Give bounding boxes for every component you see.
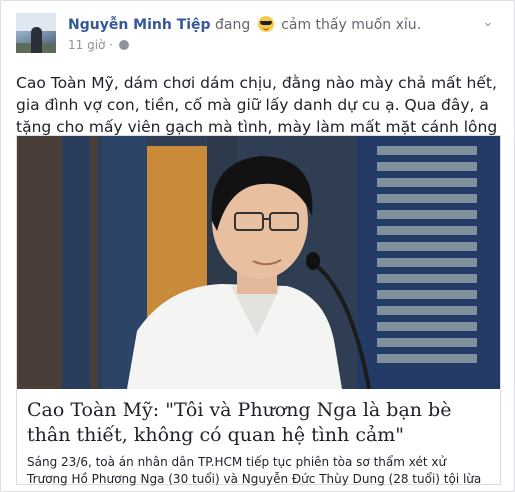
link-description: Sáng 23/6, toà án nhân dân TP.HCM tiếp t… — [27, 455, 482, 486]
link-preview-image[interactable] — [17, 136, 500, 389]
globe-icon[interactable] — [118, 40, 129, 50]
link-title[interactable]: Cao Toàn Mỹ: "Tôi và Phương Nga là bạn b… — [27, 398, 490, 448]
author-avatar[interactable] — [16, 13, 56, 53]
facebook-post: Nguyễn Minh Tiệp đang cảm thấy muốn xỉu.… — [0, 0, 515, 492]
avatar-person — [31, 27, 42, 53]
link-meta: Cao Toàn Mỹ: "Tôi và Phương Nga là bạn b… — [27, 398, 490, 488]
feeling-text[interactable]: cảm thấy muốn xỉu. — [281, 17, 421, 33]
author-line: Nguyễn Minh Tiệp đang cảm thấy muốn xỉu. — [68, 16, 421, 33]
link-preview-card[interactable]: Cao Toàn Mỹ: "Tôi và Phương Nga là bạn b… — [16, 135, 501, 488]
chevron-down-icon[interactable]: ⌄ — [480, 15, 496, 31]
post-header: Nguyễn Minh Tiệp đang cảm thấy muốn xỉu.… — [16, 13, 502, 59]
post-time[interactable]: 11 giờ · — [68, 38, 113, 52]
author-name[interactable]: Nguyễn Minh Tiệp — [68, 17, 211, 33]
courtroom-photo — [17, 136, 500, 389]
status-verb: đang — [215, 17, 251, 33]
post-meta: 11 giờ · — [68, 38, 129, 52]
cool-sunglasses-emoji-icon — [257, 16, 274, 32]
